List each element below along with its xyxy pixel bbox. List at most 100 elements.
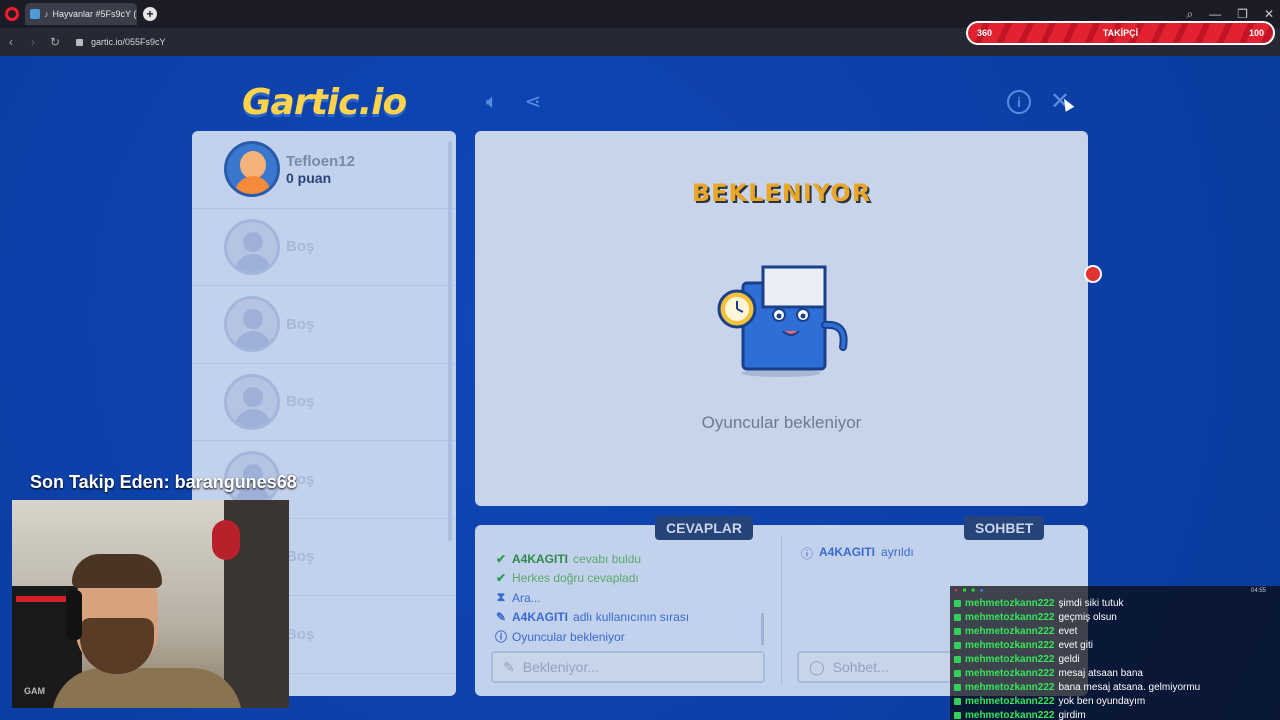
- tab-chat[interactable]: SOHBET: [964, 516, 1045, 540]
- answer-text: Oyuncular bekleniyor: [512, 629, 625, 644]
- tab-answers[interactable]: CEVAPLAR: [655, 516, 753, 540]
- chair-text: GAM: [24, 686, 45, 696]
- last-follower-text: Son Takip Eden: barangunes68: [30, 472, 297, 492]
- chat-message-text: mesaj atsaan bana: [1058, 668, 1143, 680]
- lock-icon: [76, 38, 83, 46]
- chat-message-text: geçmiş olsun: [1058, 611, 1117, 623]
- list-item: ⧗ Ara...: [495, 588, 765, 608]
- chat-line: mehmetozkann222 bana mesaj atsana. gelmiy…: [950, 681, 1280, 695]
- answer-input[interactable]: ✎ Bekleniyor...: [491, 651, 765, 683]
- browser-tab[interactable]: ♪ Hayvanlar #5Fs9cY (1... ✕: [25, 3, 137, 25]
- chat-username: mehmetozkann222: [965, 611, 1055, 623]
- sound-icon[interactable]: 🔈︎: [480, 90, 504, 114]
- check-icon: ✔: [495, 551, 507, 566]
- badge-icon: [954, 712, 961, 720]
- hourglass-icon: ⧗: [496, 590, 506, 605]
- chat-line: mehmetozkann222 girdim: [950, 709, 1280, 720]
- answer-text: adlı kullanıcının sırası: [573, 610, 690, 625]
- speaker-tab-icon[interactable]: ♪: [44, 9, 49, 19]
- url-text: gartic.io/055Fs9cY: [91, 37, 166, 47]
- chat-message-text: evet: [1058, 625, 1078, 637]
- status-title: BEKLENIYOR: [691, 179, 872, 207]
- webcam-feed: GAM: [12, 500, 289, 708]
- badge-icon: [954, 684, 961, 692]
- avatar: [224, 141, 280, 198]
- chat-username: mehmetozkann222: [965, 696, 1055, 708]
- reload-icon[interactable]: ↻: [44, 35, 66, 49]
- chat-message-text: şimdi siki tutuk: [1058, 597, 1124, 609]
- tab-title: Hayvanlar #5Fs9cY (1...: [52, 9, 138, 19]
- boxing-glove: [212, 520, 240, 560]
- restore-icon[interactable]: ❐: [1237, 7, 1248, 21]
- chat-time: 04:55: [1250, 588, 1266, 594]
- follower-goal: 100: [1248, 28, 1264, 38]
- streamer-hair: [72, 554, 162, 588]
- chat-message-text: evet giti: [1058, 639, 1093, 651]
- answer-user: A4KAGITI: [512, 610, 569, 625]
- answer-text: Ara...: [512, 590, 541, 605]
- headset-icon: [66, 590, 82, 640]
- chat-username: mehmetozkann222: [965, 625, 1055, 637]
- share-icon[interactable]: ⋖: [521, 90, 545, 114]
- follower-label: TAKİPÇİ: [1102, 28, 1139, 38]
- answer-text: Herkes doğru cevapladı: [512, 571, 639, 586]
- info-icon: ⓘ: [495, 630, 508, 645]
- player-name: Boş: [286, 393, 315, 411]
- badge-icon: [954, 698, 961, 706]
- drawing-board: BEKLENIYOR Oyuncular bekleniyor: [475, 131, 1088, 506]
- chat-line: mehmetozkann222 evet giti: [950, 638, 1280, 652]
- answers-list: ✔ A4KAGITI cevabı buldu ✔ Herkes doğru c…: [495, 549, 765, 647]
- pencil-icon: ✎: [495, 610, 507, 625]
- floating-ball-icon: [1084, 265, 1102, 283]
- chat-placeholder: Sohbet...: [832, 659, 889, 675]
- panel-divider: [781, 535, 782, 685]
- players-scrollbar[interactable]: [448, 141, 452, 541]
- info-icon: ⓘ: [801, 547, 814, 561]
- player-slot: Boş: [192, 209, 456, 286]
- info-icon[interactable]: i: [1007, 90, 1031, 114]
- back-icon[interactable]: ‹: [0, 35, 22, 49]
- chat-line: mehmetozkann222 evet: [950, 624, 1280, 638]
- chat-username: mehmetozkann222: [965, 653, 1055, 665]
- player-name: Tefloen12: [286, 152, 355, 170]
- player-slot: Boş: [192, 286, 456, 364]
- empty-avatar-icon: [224, 373, 280, 430]
- minimize-icon[interactable]: —: [1209, 7, 1221, 21]
- new-tab-button[interactable]: +: [143, 7, 157, 21]
- player-row[interactable]: Tefloen12 0 puan: [192, 131, 456, 209]
- status-message: Oyuncular bekleniyor: [701, 413, 862, 432]
- list-item: ✔ A4KAGITI cevabı buldu: [495, 549, 765, 569]
- chat-input[interactable]: ◯ Sohbet...: [797, 651, 957, 683]
- chat-line: mehmetozkann222 şimdi siki tutuk: [950, 596, 1280, 610]
- answers-scrollbar[interactable]: [761, 613, 764, 645]
- badge-icon: [954, 613, 961, 621]
- search-icon[interactable]: ⌕: [1186, 7, 1193, 22]
- badge-icon: [954, 641, 961, 649]
- list-item: ⓘ Oyuncular bekleniyor: [495, 627, 765, 647]
- chat-line: mehmetozkann222 mesaj atsaan bana: [950, 666, 1280, 680]
- chat-user: A4KAGITI: [819, 545, 876, 559]
- chat-line: mehmetozkann222 geldi: [950, 652, 1280, 666]
- follower-goal-bar: 360 TAKİPÇİ 100: [966, 21, 1275, 45]
- chat-message-text: girdim: [1058, 710, 1086, 720]
- answer-user: A4KAGITI: [512, 551, 569, 566]
- chat-lines: mehmetozkann222 şimdi siki tutuk mehmetozk…: [950, 596, 1280, 720]
- chat-text: ayrıldı: [881, 545, 914, 559]
- chat-username: mehmetozkann222: [965, 682, 1055, 694]
- player-name: Boş: [286, 625, 315, 643]
- follower-count: 360: [977, 28, 993, 38]
- player-name: Boş: [286, 315, 315, 333]
- streamer-beard: [80, 618, 154, 674]
- close-window-icon[interactable]: ✕: [1264, 7, 1274, 21]
- empty-avatar-icon: [224, 296, 280, 353]
- url-field[interactable]: gartic.io/055Fs9cY: [76, 37, 166, 47]
- badge-icon: [954, 670, 961, 678]
- badge-icon: [954, 655, 961, 663]
- opera-logo-icon[interactable]: [5, 7, 19, 21]
- chat-username: mehmetozkann222: [965, 668, 1055, 680]
- chat-message-text: yok ben oyundayım: [1058, 696, 1146, 708]
- answer-text: cevabı buldu: [573, 551, 642, 566]
- streamer-body: [52, 668, 242, 708]
- list-item: ✎ A4KAGITI adlı kullanıcının sırası: [495, 608, 765, 628]
- forward-icon[interactable]: ›: [22, 35, 44, 49]
